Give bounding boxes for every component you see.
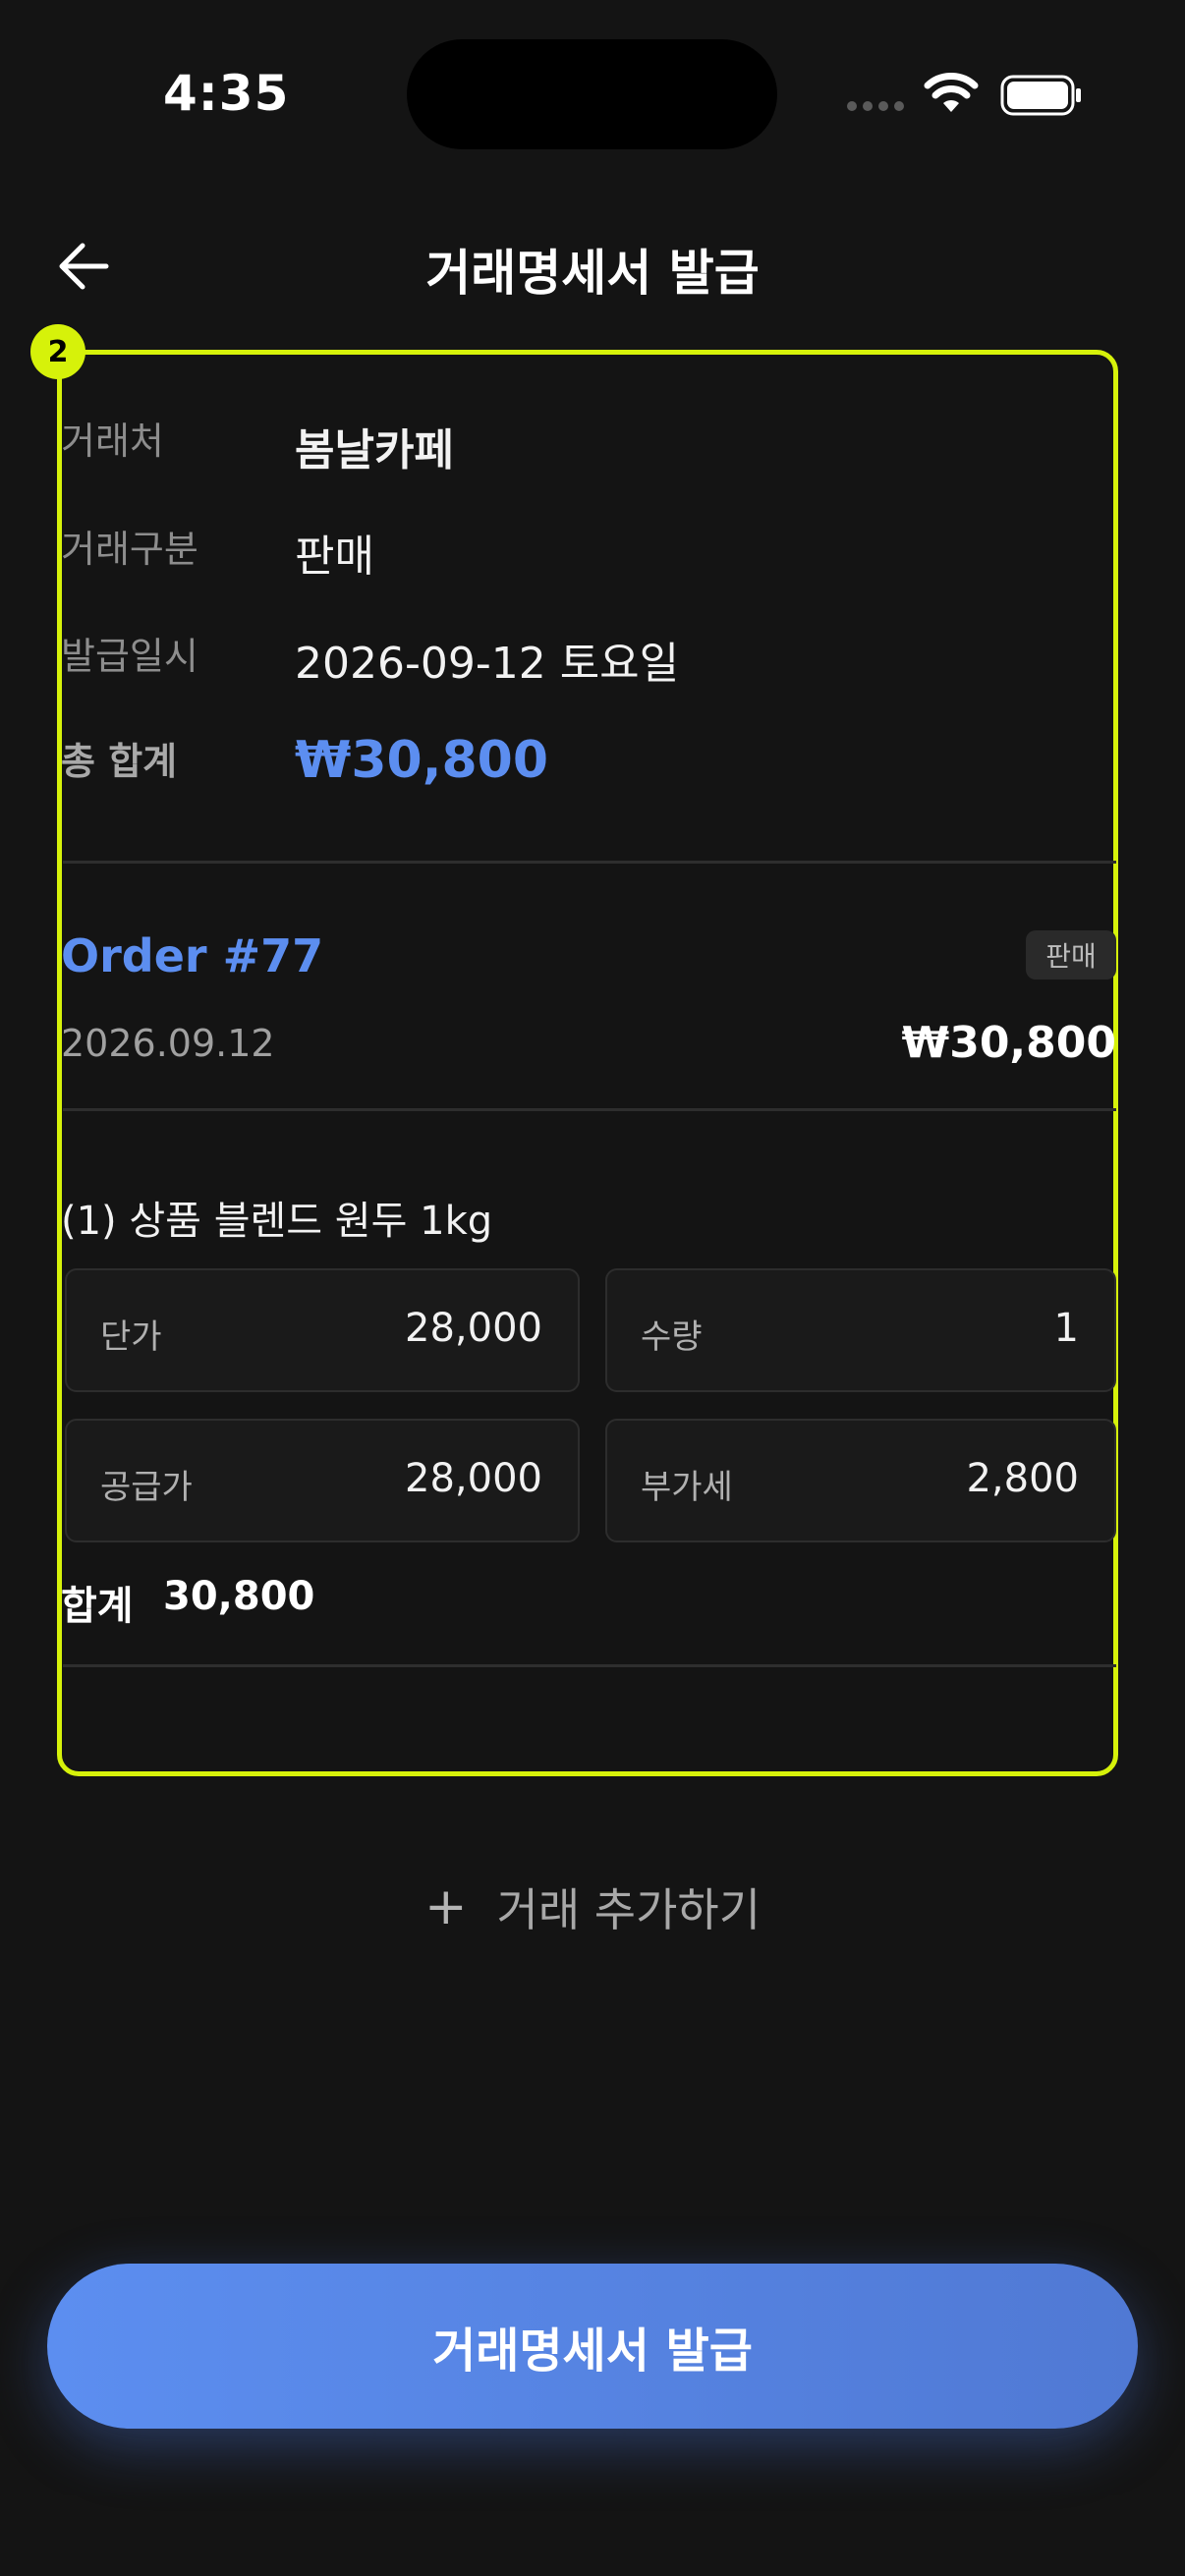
status-time: 4:35 [163, 65, 290, 122]
order-type-tag: 판매 [1026, 930, 1116, 980]
quantity-label: 수량 [641, 1317, 703, 1357]
order-title[interactable]: Order #77 [61, 929, 323, 982]
issue-statement-button[interactable]: 거래명세서 발급 [47, 2264, 1138, 2429]
unit-price-box: 단가 28,000 [65, 1268, 580, 1392]
divider [63, 861, 1116, 864]
order-date: 2026.09.12 [61, 1022, 275, 1065]
total-value: ₩30,800 [295, 731, 549, 790]
supply-box: 공급가 28,000 [65, 1419, 580, 1542]
divider [63, 1108, 1116, 1111]
date-label: 발급일시 [61, 635, 198, 678]
type-label: 거래구분 [61, 528, 198, 571]
add-transaction-button[interactable]: + 거래 추가하기 [0, 1875, 1185, 1939]
item-sum-value: 30,800 [163, 1574, 315, 1619]
wifi-icon [924, 73, 979, 118]
unit-price-value: 28,000 [405, 1306, 542, 1351]
plus-icon: + [423, 1877, 468, 1936]
supply-label: 공급가 [100, 1468, 193, 1507]
divider [63, 1664, 1116, 1667]
quantity-box: 수량 1 [605, 1268, 1116, 1392]
client-value: 봄날카페 [295, 425, 454, 476]
vat-label: 부가세 [641, 1468, 733, 1507]
dynamic-island [407, 39, 777, 149]
signal-dots-icon [847, 101, 904, 111]
total-label: 총 합계 [61, 740, 178, 783]
battery-icon [1000, 75, 1083, 120]
highlight-badge: 2 [30, 324, 85, 379]
item-sum-label: 합계 [61, 1584, 134, 1629]
add-transaction-label: 거래 추가하기 [496, 1883, 762, 1936]
order-amount: ₩30,800 [901, 1018, 1116, 1068]
type-value: 판매 [295, 532, 374, 582]
vat-value: 2,800 [966, 1456, 1079, 1501]
client-label: 거래처 [61, 420, 164, 463]
item-name: (1) 상품 블렌드 원두 1kg [61, 1199, 493, 1244]
supply-value: 28,000 [405, 1456, 542, 1501]
quantity-value: 1 [1053, 1306, 1079, 1351]
page-title: 거래명세서 발급 [425, 245, 760, 302]
date-value: 2026-09-12 토요일 [295, 639, 680, 689]
vat-box: 부가세 2,800 [605, 1419, 1116, 1542]
unit-price-label: 단가 [100, 1317, 162, 1357]
